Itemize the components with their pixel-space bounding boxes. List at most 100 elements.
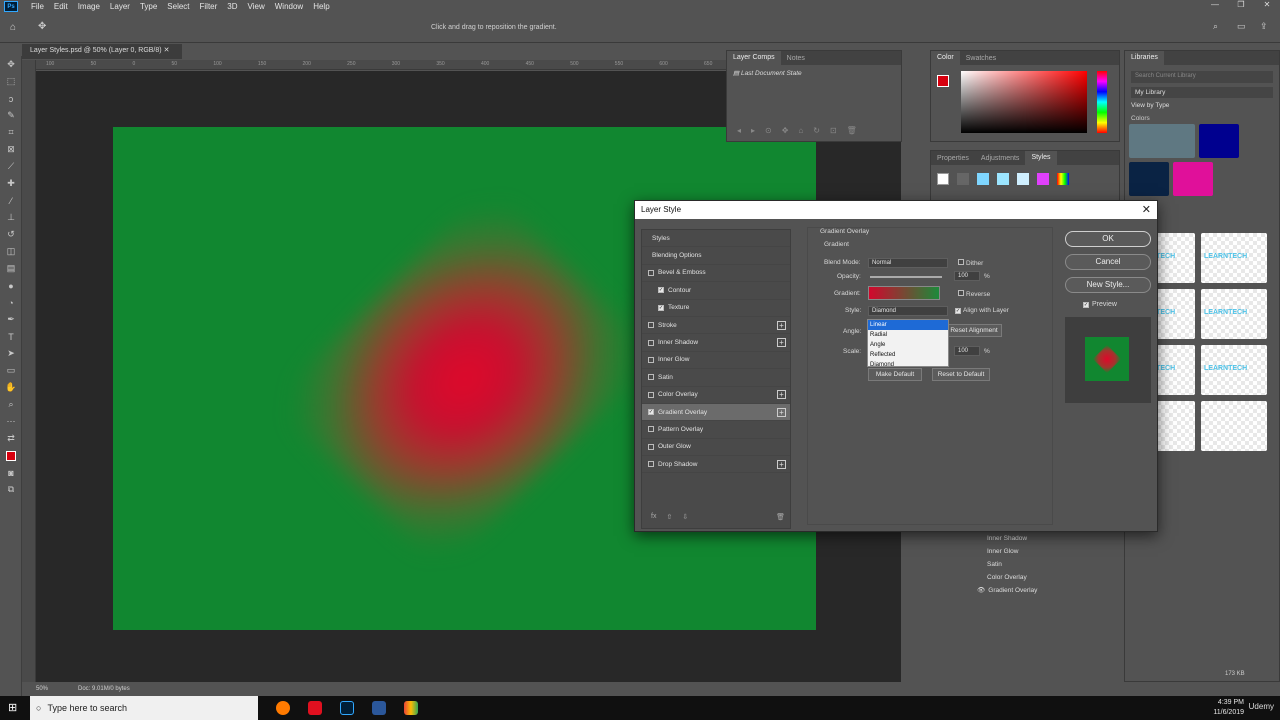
recorder-icon[interactable]	[308, 701, 322, 715]
menu-filter[interactable]: Filter	[195, 2, 223, 11]
menu-edit[interactable]: Edit	[49, 2, 73, 11]
ok-button[interactable]: OK	[1065, 231, 1151, 247]
style-item[interactable]: ✓ Texture	[642, 300, 790, 317]
word-icon[interactable]	[372, 701, 386, 715]
style-swatch[interactable]	[977, 173, 989, 185]
style-item[interactable]: ✓ Contour	[642, 282, 790, 300]
menu-image[interactable]: Image	[73, 2, 105, 11]
lasso-icon[interactable]: ↄ	[0, 90, 22, 107]
zoom-level[interactable]: 50%	[36, 686, 48, 692]
style-item[interactable]: Drop Shadow +	[642, 456, 790, 474]
style-item[interactable]: ✓ Gradient Overlay +	[642, 403, 790, 422]
zoom-icon[interactable]: ⌕	[0, 396, 22, 413]
foreground-color[interactable]	[0, 447, 22, 464]
foreground-swatch[interactable]	[937, 75, 949, 87]
tab-styles[interactable]: Styles	[1025, 151, 1057, 165]
home-icon[interactable]: ⌂	[10, 22, 16, 33]
library-color-swatch[interactable]	[1129, 124, 1195, 158]
style-item[interactable]: Styles	[642, 230, 790, 248]
menu-3d[interactable]: 3D	[222, 2, 242, 11]
reset-alignment-button[interactable]: Reset Alignment	[946, 324, 1002, 337]
effect-satin[interactable]: Satin	[930, 558, 1120, 571]
blur-icon[interactable]: ●	[0, 277, 22, 294]
style-checkbox[interactable]	[648, 391, 654, 398]
shape-icon[interactable]: ▭	[0, 362, 22, 379]
fx-icon[interactable]: fx	[651, 513, 656, 520]
marquee-icon[interactable]: ⬚	[0, 73, 22, 90]
gradient-icon[interactable]: ▤	[0, 260, 22, 277]
library-color-swatch[interactable]	[1173, 162, 1213, 196]
style-swatch[interactable]	[1017, 173, 1029, 185]
dodge-icon[interactable]: ◔	[0, 294, 22, 311]
style-checkbox[interactable]	[648, 322, 654, 329]
move-icon[interactable]: ✥	[0, 56, 22, 73]
style-none-swatch[interactable]	[937, 173, 949, 185]
dialog-title-bar[interactable]: Layer Style ✕	[635, 201, 1157, 219]
hand-icon[interactable]: ✋	[0, 379, 22, 396]
style-swatch[interactable]	[957, 173, 969, 185]
style-item[interactable]: Pattern Overlay	[642, 421, 790, 439]
history-brush-icon[interactable]: ↺	[0, 226, 22, 243]
style-select[interactable]: Diamond	[868, 306, 948, 316]
tab-layer-comps[interactable]: Layer Comps	[727, 51, 781, 65]
new-style-button[interactable]: New Style...	[1065, 277, 1151, 293]
layer-comp-item[interactable]: ▤ Last Document State	[727, 65, 901, 81]
tab-adjustments[interactable]: Adjustments	[975, 155, 1026, 162]
style-checkbox[interactable]: ✓	[658, 304, 664, 311]
brush-icon[interactable]: ⁄	[0, 192, 22, 209]
share-icon[interactable]: ⇪	[1260, 21, 1268, 32]
gradient-picker[interactable]	[868, 286, 940, 300]
effect-color-overlay[interactable]: Color Overlay	[930, 571, 1120, 584]
style-option[interactable]: Angle	[868, 340, 948, 350]
color-swap-icon[interactable]: ⇄	[0, 430, 22, 447]
library-search-input[interactable]: Search Current Library	[1131, 71, 1273, 83]
frame-icon[interactable]: ⊠	[0, 141, 22, 158]
screen-mode-icon[interactable]: ⧉	[0, 481, 22, 498]
dither-checkbox[interactable]: Dither	[958, 259, 983, 267]
style-swatch[interactable]	[1037, 173, 1049, 185]
close-icon[interactable]: ✕	[1142, 201, 1151, 219]
style-item[interactable]: Outer Glow	[642, 439, 790, 457]
eyedropper-icon[interactable]: ⟋	[0, 158, 22, 175]
style-checkbox[interactable]	[648, 269, 654, 276]
workspace-icon[interactable]: ▭	[1237, 21, 1246, 32]
style-item[interactable]: Stroke +	[642, 317, 790, 335]
style-item[interactable]: Blending Options	[642, 247, 790, 265]
preview-checkbox[interactable]: ✓ Preview	[1083, 301, 1117, 308]
style-swatch[interactable]	[1057, 173, 1069, 185]
menu-window[interactable]: Window	[270, 2, 308, 11]
style-checkbox[interactable]	[648, 374, 654, 381]
close-tab-icon[interactable]: ✕	[164, 47, 170, 54]
opacity-slider[interactable]	[870, 276, 942, 278]
style-item[interactable]: Bevel & Emboss	[642, 265, 790, 283]
menu-select[interactable]: Select	[162, 2, 194, 11]
style-option[interactable]: Diamond	[868, 360, 948, 370]
quick-mask-icon[interactable]: ◙	[0, 464, 22, 481]
chrome-icon[interactable]	[404, 701, 418, 715]
tab-color[interactable]: Color	[931, 51, 960, 65]
move-up-icon[interactable]: ⇧	[666, 513, 672, 521]
restore-button[interactable]: ❐	[1228, 0, 1254, 9]
library-style-thumb[interactable]	[1201, 401, 1267, 451]
library-style-thumb[interactable]: LEARNTECH	[1201, 289, 1267, 339]
style-item[interactable]: Inner Shadow +	[642, 334, 790, 352]
stamp-icon[interactable]: ⊥	[0, 209, 22, 226]
taskbar-search[interactable]: ○ Type here to search	[30, 696, 258, 720]
library-select[interactable]: My Library	[1131, 87, 1273, 98]
view-by-select[interactable]: View by Type	[1131, 102, 1273, 109]
windows-start-icon[interactable]: ⊞	[8, 701, 17, 714]
eraser-icon[interactable]: ◫	[0, 243, 22, 260]
menu-help[interactable]: Help	[308, 2, 334, 11]
style-item[interactable]: Inner Glow	[642, 352, 790, 370]
hue-slider[interactable]	[1097, 71, 1107, 133]
effect-inner-shadow[interactable]: Inner Shadow	[930, 532, 1120, 545]
style-checkbox[interactable]	[648, 426, 654, 433]
blend-mode-select[interactable]: Normal	[868, 258, 948, 268]
tab-swatches[interactable]: Swatches	[960, 55, 1002, 62]
style-swatch[interactable]	[997, 173, 1009, 185]
style-option[interactable]: Linear	[868, 320, 948, 330]
effect-inner-glow[interactable]: Inner Glow	[930, 545, 1120, 558]
more-tools-icon[interactable]: ⋯	[0, 413, 22, 430]
library-style-thumb[interactable]: LEARNTECH	[1201, 345, 1267, 395]
type-icon[interactable]: T	[0, 328, 22, 345]
